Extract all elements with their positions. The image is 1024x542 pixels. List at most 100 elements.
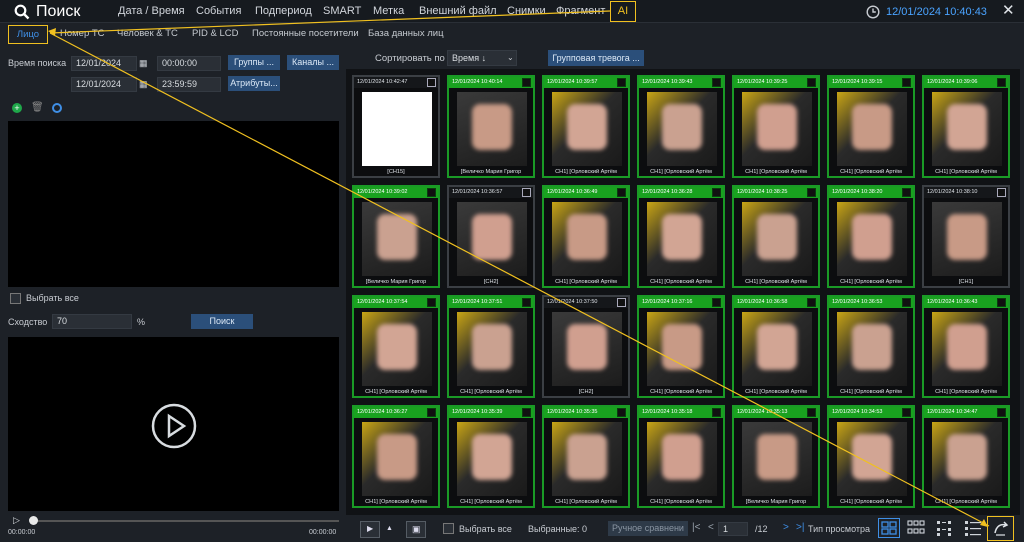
result-card[interactable]: 12/01/2024 10:35:35 CH1] [Орловский Артём [542, 405, 630, 508]
card-checkbox[interactable] [712, 298, 721, 307]
card-checkbox[interactable] [712, 408, 721, 417]
select-all-checkbox[interactable] [10, 293, 21, 304]
last-page-icon[interactable]: >| [796, 522, 804, 533]
trash-icon[interactable]: 🗑 [31, 103, 44, 113]
nav-fragment[interactable]: Фрагмент [556, 0, 605, 23]
result-card[interactable]: 12/01/2024 10:36:57 [CH2] [447, 185, 535, 288]
save-button[interactable]: ▣ [406, 521, 426, 538]
card-checkbox[interactable] [522, 408, 531, 417]
tab-face[interactable]: Лицо [8, 25, 48, 44]
face-image-area[interactable] [8, 121, 339, 287]
play-results-button[interactable]: ▶ [360, 521, 380, 538]
card-checkbox[interactable] [617, 78, 626, 87]
play-small-icon[interactable]: ▷ [13, 515, 20, 526]
close-icon[interactable]: ✕ [1002, 3, 1015, 18]
start-time-input[interactable]: 00:00:00 [157, 56, 221, 71]
result-card[interactable]: 12/01/2024 10:40:14 [Величко Мария Григор [447, 75, 535, 178]
card-checkbox[interactable] [427, 298, 436, 307]
add-icon[interactable]: + [12, 103, 22, 113]
card-checkbox[interactable] [617, 408, 626, 417]
view-list-detail-icon[interactable] [936, 520, 954, 536]
nav-ai[interactable]: AI [610, 1, 636, 22]
tab-plate[interactable]: Номер ТС [60, 24, 105, 44]
nav-datetime[interactable]: Дата / Время [118, 0, 185, 23]
result-card[interactable]: 12/01/2024 10:37:16 CH1] [Орловский Артём [637, 295, 725, 398]
result-card[interactable]: 12/01/2024 10:39:02 [Величко Мария Григор [352, 185, 440, 288]
nav-events[interactable]: События [196, 0, 241, 23]
result-card[interactable]: 12/01/2024 10:37:51 CH1] [Орловский Артём [447, 295, 535, 398]
result-card[interactable]: 12/01/2024 10:39:25 CH1] [Орловский Артём [732, 75, 820, 178]
card-checkbox[interactable] [902, 188, 911, 197]
video-player[interactable] [8, 337, 339, 511]
card-checkbox[interactable] [997, 408, 1006, 417]
result-card[interactable]: 12/01/2024 10:42:47 [CH15] [352, 75, 440, 178]
start-date-input[interactable]: 12/01/2024 [71, 56, 137, 71]
progress-handle[interactable] [29, 516, 38, 525]
manual-compare-button[interactable]: Ручное сравнени [608, 521, 688, 536]
result-card[interactable]: 12/01/2024 10:39:57 CH1] [Орловский Артём [542, 75, 630, 178]
end-date-input[interactable]: 12/01/2024 [71, 77, 137, 92]
group-alarm-button[interactable]: Групповая тревога ... [548, 50, 644, 66]
card-checkbox[interactable] [427, 408, 436, 417]
card-checkbox[interactable] [617, 188, 626, 197]
result-card[interactable]: 12/01/2024 10:34:53 CH1] [Орловский Артём [827, 405, 915, 508]
card-checkbox[interactable] [807, 408, 816, 417]
nav-subperiod[interactable]: Подпериод [255, 0, 312, 23]
end-time-input[interactable]: 23:59:59 [157, 77, 221, 92]
result-card[interactable]: 12/01/2024 10:36:27 CH1] [Орловский Артём [352, 405, 440, 508]
nav-smart[interactable]: SMART [323, 0, 361, 23]
card-checkbox[interactable] [522, 78, 531, 87]
attributes-button[interactable]: Атрибуты... [228, 76, 280, 91]
nav-tag[interactable]: Метка [373, 0, 404, 23]
card-checkbox[interactable] [902, 298, 911, 307]
card-checkbox[interactable] [997, 78, 1006, 87]
settings-icon[interactable] [52, 103, 62, 113]
tab-human-vehicle[interactable]: Человек & ТС [117, 24, 178, 44]
card-checkbox[interactable] [712, 78, 721, 87]
result-card[interactable]: 12/01/2024 10:38:20 CH1] [Орловский Артём [827, 185, 915, 288]
card-checkbox[interactable] [902, 78, 911, 87]
result-card[interactable]: 12/01/2024 10:35:39 CH1] [Орловский Артём [447, 405, 535, 508]
card-checkbox[interactable] [427, 188, 436, 197]
tab-pid-lcd[interactable]: PID & LCD [192, 24, 238, 44]
result-card[interactable]: 12/01/2024 10:34:47 CH1] [Орловский Артём [922, 405, 1010, 508]
card-checkbox[interactable] [902, 408, 911, 417]
channels-button[interactable]: Каналы ... [287, 55, 339, 70]
result-card[interactable]: 12/01/2024 10:39:06 CH1] [Орловский Артём [922, 75, 1010, 178]
view-list-icon[interactable] [964, 520, 982, 536]
play-icon[interactable] [151, 403, 197, 449]
result-card[interactable]: 12/01/2024 10:36:28 CH1] [Орловский Артём [637, 185, 725, 288]
result-card[interactable]: 12/01/2024 10:39:43 CH1] [Орловский Артём [637, 75, 725, 178]
result-card[interactable]: 12/01/2024 10:39:15 CH1] [Орловский Артём [827, 75, 915, 178]
result-card[interactable]: 12/01/2024 10:37:54 CH1] [Орловский Артём [352, 295, 440, 398]
tab-regular-visitors[interactable]: Постоянные посетители [252, 24, 359, 44]
result-card[interactable]: 12/01/2024 10:36:53 CH1] [Орловский Артём [827, 295, 915, 398]
result-card[interactable]: 12/01/2024 10:36:58 CH1] [Орловский Артём [732, 295, 820, 398]
swap-view-button[interactable] [987, 516, 1014, 541]
result-card[interactable]: 12/01/2024 10:38:10 [CH1] [922, 185, 1010, 288]
result-card[interactable]: 12/01/2024 10:37:50 [CH2] [542, 295, 630, 398]
result-card[interactable]: 12/01/2024 10:38:25 CH1] [Орловский Артём [732, 185, 820, 288]
view-grid-large-icon[interactable] [878, 518, 900, 538]
result-card[interactable]: 12/01/2024 10:35:13 [Величко Мария Григор [732, 405, 820, 508]
nav-external-file[interactable]: Внешний файл [419, 0, 497, 23]
first-page-icon[interactable]: |< [692, 522, 700, 533]
calendar-icon[interactable]: ▦ [139, 58, 150, 69]
groups-button[interactable]: Группы ... [228, 55, 280, 70]
card-checkbox[interactable] [807, 78, 816, 87]
card-checkbox[interactable] [807, 188, 816, 197]
card-checkbox[interactable] [997, 298, 1006, 307]
card-checkbox[interactable] [617, 298, 626, 307]
card-checkbox[interactable] [807, 298, 816, 307]
next-page-icon[interactable]: > [783, 522, 789, 533]
prev-page-icon[interactable]: < [708, 522, 714, 533]
calendar-icon[interactable]: ▦ [139, 79, 150, 90]
nav-snapshots[interactable]: Снимки [507, 0, 546, 23]
arrow-up-icon[interactable]: ▲ [386, 525, 393, 532]
progress-track[interactable] [31, 520, 339, 522]
result-card[interactable]: 12/01/2024 10:36:49 CH1] [Орловский Артём [542, 185, 630, 288]
card-checkbox[interactable] [522, 188, 531, 197]
view-grid-small-icon[interactable] [907, 520, 925, 536]
card-checkbox[interactable] [712, 188, 721, 197]
tab-face-database[interactable]: База данных лиц [368, 24, 444, 44]
